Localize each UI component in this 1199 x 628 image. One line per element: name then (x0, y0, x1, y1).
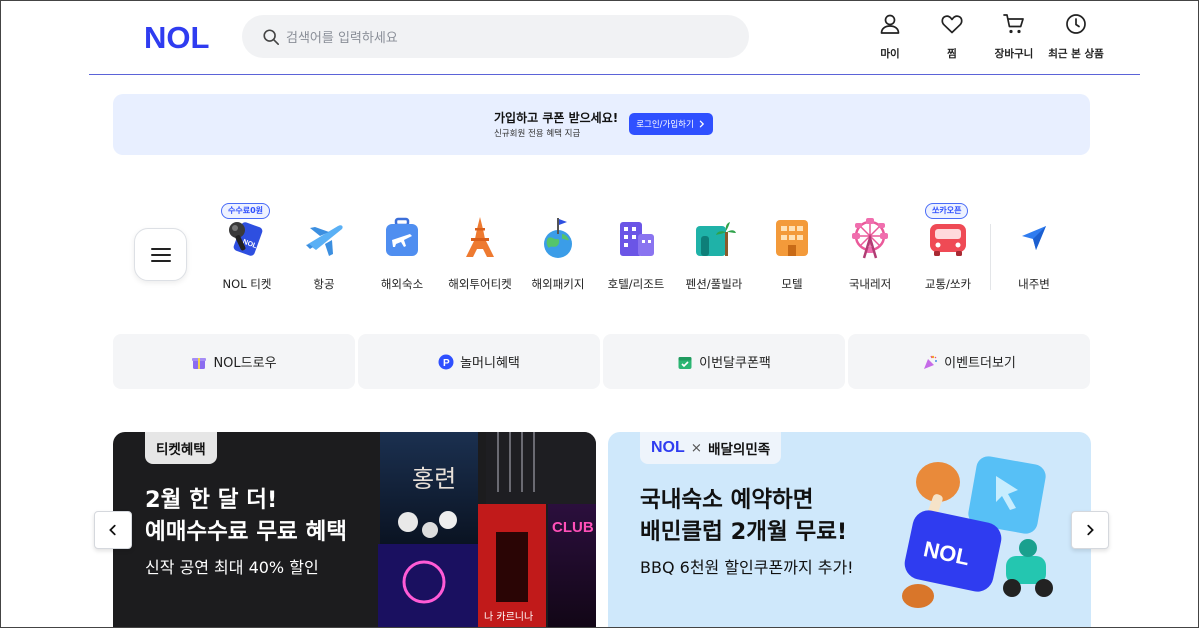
nav-cart-label: 장바구니 (994, 48, 1034, 60)
globe-flag-icon (544, 218, 572, 258)
banner-headline-1: 국내숙소 예약하면 (640, 487, 814, 513)
category-motel[interactable]: 모텔 (754, 214, 830, 292)
tab-nol-draw[interactable]: NOL드로우 (113, 334, 355, 389)
nav-my-label: 마이 (880, 48, 900, 60)
poster-title-hongryeon: 홍련 (412, 465, 456, 493)
location-arrow-icon (1022, 226, 1046, 250)
tab-monthly-coupon-pack[interactable]: 이번달쿠폰팩 (603, 334, 845, 389)
category-label: 호텔/리조트 (607, 277, 665, 291)
search-placeholder: 검색어를 입력하세요 (286, 31, 398, 46)
hamburger-icon (150, 247, 171, 262)
category-transport-socar[interactable]: 교통/쏘카 (910, 214, 986, 292)
palm-villa-icon (696, 222, 736, 256)
all-menu-button[interactable] (134, 228, 187, 281)
ticket-benefit-banner[interactable]: 홍련 CLUB LAT 나 카르니나 티켓혜택 2월 한 달 더! 예매수수료 … (113, 432, 596, 628)
show-posters-image: 홍련 CLUB LAT 나 카르니나 (378, 432, 596, 628)
category-domestic-leisure[interactable]: 국내레저 (832, 214, 908, 292)
bus-icon (930, 224, 966, 256)
chevron-right-icon (1087, 524, 1094, 536)
search-bar[interactable]: 검색어를 입력하세요 (242, 15, 749, 58)
category-label: 내주변 (1018, 277, 1050, 291)
collab-baemin-logo: 배달의민족 (708, 442, 771, 458)
tab-label: 놀머니혜택 (460, 356, 520, 371)
banner-subtext: 신작 공연 최대 40% 할인 (145, 558, 319, 577)
chevron-right-icon (699, 120, 704, 128)
gift-icon (192, 357, 207, 369)
poster-title-karenina: 나 카르니나 (484, 611, 533, 623)
ferris-wheel-icon (852, 218, 888, 259)
category-nol-ticket[interactable]: NOL NOL 티켓 (209, 214, 285, 292)
ticket-microphone-icon: NOL (229, 222, 263, 256)
banner-headline-2: 배민클럽 2개월 무료! (640, 519, 848, 545)
nav-recent[interactable]: 최근 본 상품 (1041, 12, 1111, 61)
category-label: 펜션/풀빌라 (685, 277, 743, 291)
nav-my[interactable]: 마이 (855, 12, 925, 61)
poster-title-club: CLUB LAT (552, 519, 596, 536)
collab-nol-logo: NOL (651, 439, 685, 456)
p-coin-icon: P (438, 354, 454, 369)
category-label: 항공 (313, 277, 335, 291)
tab-more-events[interactable]: 이벤트더보기 (848, 334, 1090, 389)
category-flight[interactable]: 항공 (286, 214, 362, 292)
heart-icon (941, 15, 963, 34)
category-label: 교통/쏘카 (924, 277, 972, 291)
svg-text:NOL: NOL (144, 20, 209, 52)
ticket-benefit-tag: 티켓혜택 (145, 432, 217, 464)
nol-logo[interactable]: NOL (144, 20, 220, 55)
category-nearby[interactable]: 내주변 (996, 214, 1072, 292)
tab-label: 이번달쿠폰팩 (699, 356, 771, 371)
motel-icon (776, 220, 808, 256)
nol-delivery-art-image: NOL (902, 456, 1053, 608)
category-divider (990, 224, 991, 290)
category-overseas-tour-ticket[interactable]: 해외투어티켓 (442, 214, 518, 292)
nav-cart[interactable]: 장바구니 (979, 12, 1049, 61)
collab-x: × (690, 440, 703, 456)
banner-headline-1: 2월 한 달 더! (145, 487, 278, 513)
tab-nolmoney-benefit[interactable]: P 놀머니혜택 (358, 334, 600, 389)
category-label: 해외숙소 (380, 277, 424, 291)
category-label: 해외패키지 (531, 277, 585, 291)
header-divider (89, 74, 1140, 75)
hotel-icon (620, 222, 654, 256)
category-hotel-resort[interactable]: 호텔/리조트 (598, 214, 674, 292)
login-signup-button[interactable]: 로그인/가입하기 (629, 113, 713, 135)
category-overseas-stay[interactable]: 해외숙소 (364, 214, 440, 292)
category-label: 모텔 (781, 277, 803, 291)
eiffel-tower-icon (466, 217, 494, 257)
nav-wishlist-label: 찜 (947, 48, 957, 60)
banner-headline-2: 예매수수료 무료 혜택 (145, 519, 347, 545)
tab-label: NOL드로우 (213, 356, 277, 371)
carousel-next-button[interactable] (1071, 511, 1109, 549)
signup-promo-banner[interactable]: 가입하고 쿠폰 받으세요! 신규회원 전용 혜택 지급 로그인/가입하기 (113, 94, 1090, 155)
nav-wishlist[interactable]: 찜 (917, 12, 987, 61)
cart-icon (1003, 14, 1024, 34)
promo-subtitle: 신규회원 전용 혜택 지급 (494, 129, 581, 139)
search-icon (263, 28, 280, 45)
category-overseas-package[interactable]: 해외패키지 (520, 214, 596, 292)
login-signup-button-label: 로그인/가입하기 (636, 120, 694, 130)
calendar-check-icon (678, 356, 692, 369)
banner-subtext: BBQ 6천원 할인쿠폰까지 추가! (640, 558, 854, 577)
nav-recent-label: 최근 본 상품 (1048, 48, 1104, 60)
chevron-left-icon (109, 524, 116, 536)
carousel-prev-button[interactable] (94, 511, 132, 549)
party-popper-icon (924, 355, 938, 369)
svg-text:P: P (443, 358, 450, 369)
suitcase-icon (386, 217, 418, 256)
clock-icon (1066, 14, 1086, 34)
tab-label: 이벤트더보기 (944, 356, 1016, 371)
user-icon (880, 14, 900, 34)
category-label: NOL 티켓 (222, 277, 272, 291)
category-label: 해외투어티켓 (448, 277, 512, 291)
promo-title: 가입하고 쿠폰 받으세요! (494, 111, 619, 125)
collab-tag: NOL × 배달의민족 (640, 432, 782, 464)
airplane-icon (306, 225, 343, 256)
category-pension-poolvilla[interactable]: 펜션/풀빌라 (676, 214, 752, 292)
category-label: 국내레저 (848, 277, 892, 291)
baemin-collab-banner[interactable]: NOL × 배달의민족 국내숙소 예약하면 배민클럽 2개월 무료! BBQ 6… (608, 432, 1091, 628)
